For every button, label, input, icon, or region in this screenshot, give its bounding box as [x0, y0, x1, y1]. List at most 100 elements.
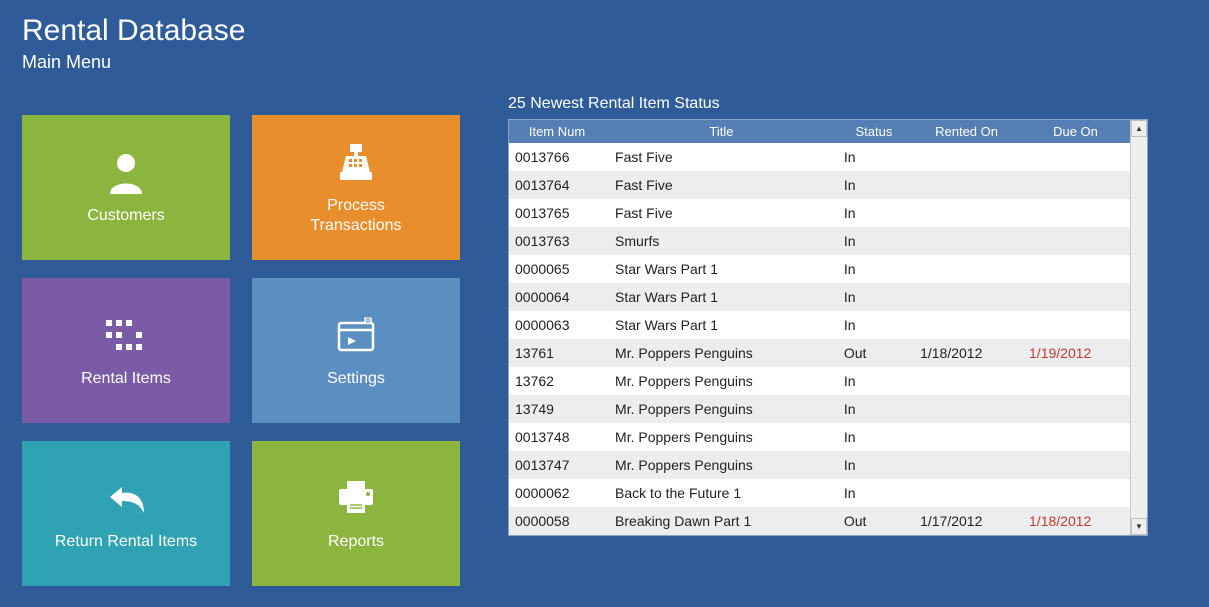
- table-row[interactable]: 0000063Star Wars Part 1In: [509, 311, 1130, 339]
- cell-status: Out: [836, 507, 912, 535]
- cell-rented-on: [912, 395, 1021, 423]
- vertical-scrollbar[interactable]: ▲ ▼: [1130, 120, 1147, 535]
- tile-label: Settings: [327, 369, 385, 388]
- cell-title: Fast Five: [607, 143, 836, 171]
- panel-title: 25 Newest Rental Item Status: [508, 95, 1148, 113]
- cell-title: Star Wars Part 1: [607, 255, 836, 283]
- cell-item-num: 0000062: [509, 479, 607, 507]
- table-row[interactable]: 0000062Back to the Future 1In: [509, 479, 1130, 507]
- app-title: Rental Database: [22, 14, 1209, 48]
- cell-due-on: [1021, 255, 1130, 283]
- cell-item-num: 0013763: [509, 227, 607, 255]
- cell-rented-on: [912, 283, 1021, 311]
- table-row[interactable]: 0000064Star Wars Part 1In: [509, 283, 1130, 311]
- cell-title: Mr. Poppers Penguins: [607, 423, 836, 451]
- cell-due-on: [1021, 451, 1130, 479]
- cell-rented-on: [912, 479, 1021, 507]
- cell-title: Back to the Future 1: [607, 479, 836, 507]
- col-title[interactable]: Title: [607, 120, 836, 143]
- cell-status: In: [836, 143, 912, 171]
- table-row[interactable]: 0013766Fast FiveIn: [509, 143, 1130, 171]
- cell-item-num: 0000064: [509, 283, 607, 311]
- cell-status: In: [836, 227, 912, 255]
- cell-rented-on: 1/18/2012: [912, 339, 1021, 367]
- cell-status: In: [836, 171, 912, 199]
- printer-icon: [335, 476, 377, 520]
- cell-status: In: [836, 395, 912, 423]
- scroll-up-button[interactable]: ▲: [1131, 120, 1147, 137]
- cell-due-on: 1/18/2012: [1021, 507, 1130, 535]
- rental-items-tile[interactable]: Rental Items: [22, 278, 230, 423]
- table-row[interactable]: 0013764Fast FiveIn: [509, 171, 1130, 199]
- cell-due-on: [1021, 283, 1130, 311]
- table-row[interactable]: 0013748Mr. Poppers PenguinsIn: [509, 423, 1130, 451]
- grid-list-icon: [106, 313, 146, 357]
- cell-title: Breaking Dawn Part 1: [607, 507, 836, 535]
- col-due-on[interactable]: Due On: [1021, 120, 1130, 143]
- cell-rented-on: [912, 255, 1021, 283]
- tile-label: Reports: [328, 532, 384, 551]
- cell-item-num: 0013764: [509, 171, 607, 199]
- cell-due-on: [1021, 227, 1130, 255]
- table-row[interactable]: 0013765Fast FiveIn: [509, 199, 1130, 227]
- cell-due-on: [1021, 395, 1130, 423]
- table-row[interactable]: 0000058Breaking Dawn Part 1Out1/17/20121…: [509, 507, 1130, 535]
- customers-tile[interactable]: Customers: [22, 115, 230, 260]
- cell-due-on: [1021, 367, 1130, 395]
- cell-due-on: [1021, 171, 1130, 199]
- cell-title: Mr. Poppers Penguins: [607, 367, 836, 395]
- cell-rented-on: [912, 171, 1021, 199]
- cell-item-num: 0013747: [509, 451, 607, 479]
- cell-status: In: [836, 255, 912, 283]
- cell-status: In: [836, 423, 912, 451]
- cell-status: In: [836, 283, 912, 311]
- cell-rented-on: [912, 227, 1021, 255]
- cell-rented-on: 1/17/2012: [912, 507, 1021, 535]
- rental-status-table-container: Item Num Title Status Rented On Due On 0…: [508, 119, 1148, 536]
- table-row[interactable]: 0013763SmurfsIn: [509, 227, 1130, 255]
- return-rental-items-tile[interactable]: Return Rental Items: [22, 441, 230, 586]
- cell-rented-on: [912, 199, 1021, 227]
- reports-tile[interactable]: Reports: [252, 441, 460, 586]
- cell-status: In: [836, 451, 912, 479]
- tile-label: Customers: [87, 206, 164, 225]
- cell-status: Out: [836, 339, 912, 367]
- col-rented-on[interactable]: Rented On: [912, 120, 1021, 143]
- cell-due-on: 1/19/2012: [1021, 339, 1130, 367]
- col-item-num[interactable]: Item Num: [509, 120, 607, 143]
- table-row[interactable]: 0013747Mr. Poppers PenguinsIn: [509, 451, 1130, 479]
- cell-item-num: 13762: [509, 367, 607, 395]
- undo-icon: [104, 476, 148, 520]
- process-transactions-tile[interactable]: Process Transactions: [252, 115, 460, 260]
- table-row[interactable]: 0000065Star Wars Part 1In: [509, 255, 1130, 283]
- table-row[interactable]: 13762Mr. Poppers PenguinsIn: [509, 367, 1130, 395]
- table-header-row: Item Num Title Status Rented On Due On: [509, 120, 1130, 143]
- cell-title: Star Wars Part 1: [607, 283, 836, 311]
- cell-rented-on: [912, 451, 1021, 479]
- main-menu-tiles: Customers Process Transactions: [22, 115, 460, 586]
- cell-due-on: [1021, 311, 1130, 339]
- cell-status: In: [836, 367, 912, 395]
- col-status[interactable]: Status: [836, 120, 912, 143]
- cell-title: Mr. Poppers Penguins: [607, 451, 836, 479]
- cell-item-num: 13749: [509, 395, 607, 423]
- settings-tile[interactable]: Settings: [252, 278, 460, 423]
- tile-label: Rental Items: [81, 369, 171, 388]
- cell-item-num: 0013765: [509, 199, 607, 227]
- cell-due-on: [1021, 479, 1130, 507]
- cell-item-num: 0013766: [509, 143, 607, 171]
- settings-window-icon: [336, 313, 376, 357]
- tile-label: Return Rental Items: [55, 532, 197, 551]
- table-row[interactable]: 13749Mr. Poppers PenguinsIn: [509, 395, 1130, 423]
- cell-item-num: 0000063: [509, 311, 607, 339]
- cell-title: Mr. Poppers Penguins: [607, 395, 836, 423]
- cell-item-num: 0000065: [509, 255, 607, 283]
- tile-label: Process Transactions: [311, 196, 402, 234]
- scroll-down-button[interactable]: ▼: [1131, 518, 1147, 535]
- table-row[interactable]: 13761Mr. Poppers PenguinsOut1/18/20121/1…: [509, 339, 1130, 367]
- cell-rented-on: [912, 423, 1021, 451]
- cell-status: In: [836, 311, 912, 339]
- cash-register-icon: [334, 140, 378, 184]
- cell-item-num: 0000058: [509, 507, 607, 535]
- cell-title: Fast Five: [607, 171, 836, 199]
